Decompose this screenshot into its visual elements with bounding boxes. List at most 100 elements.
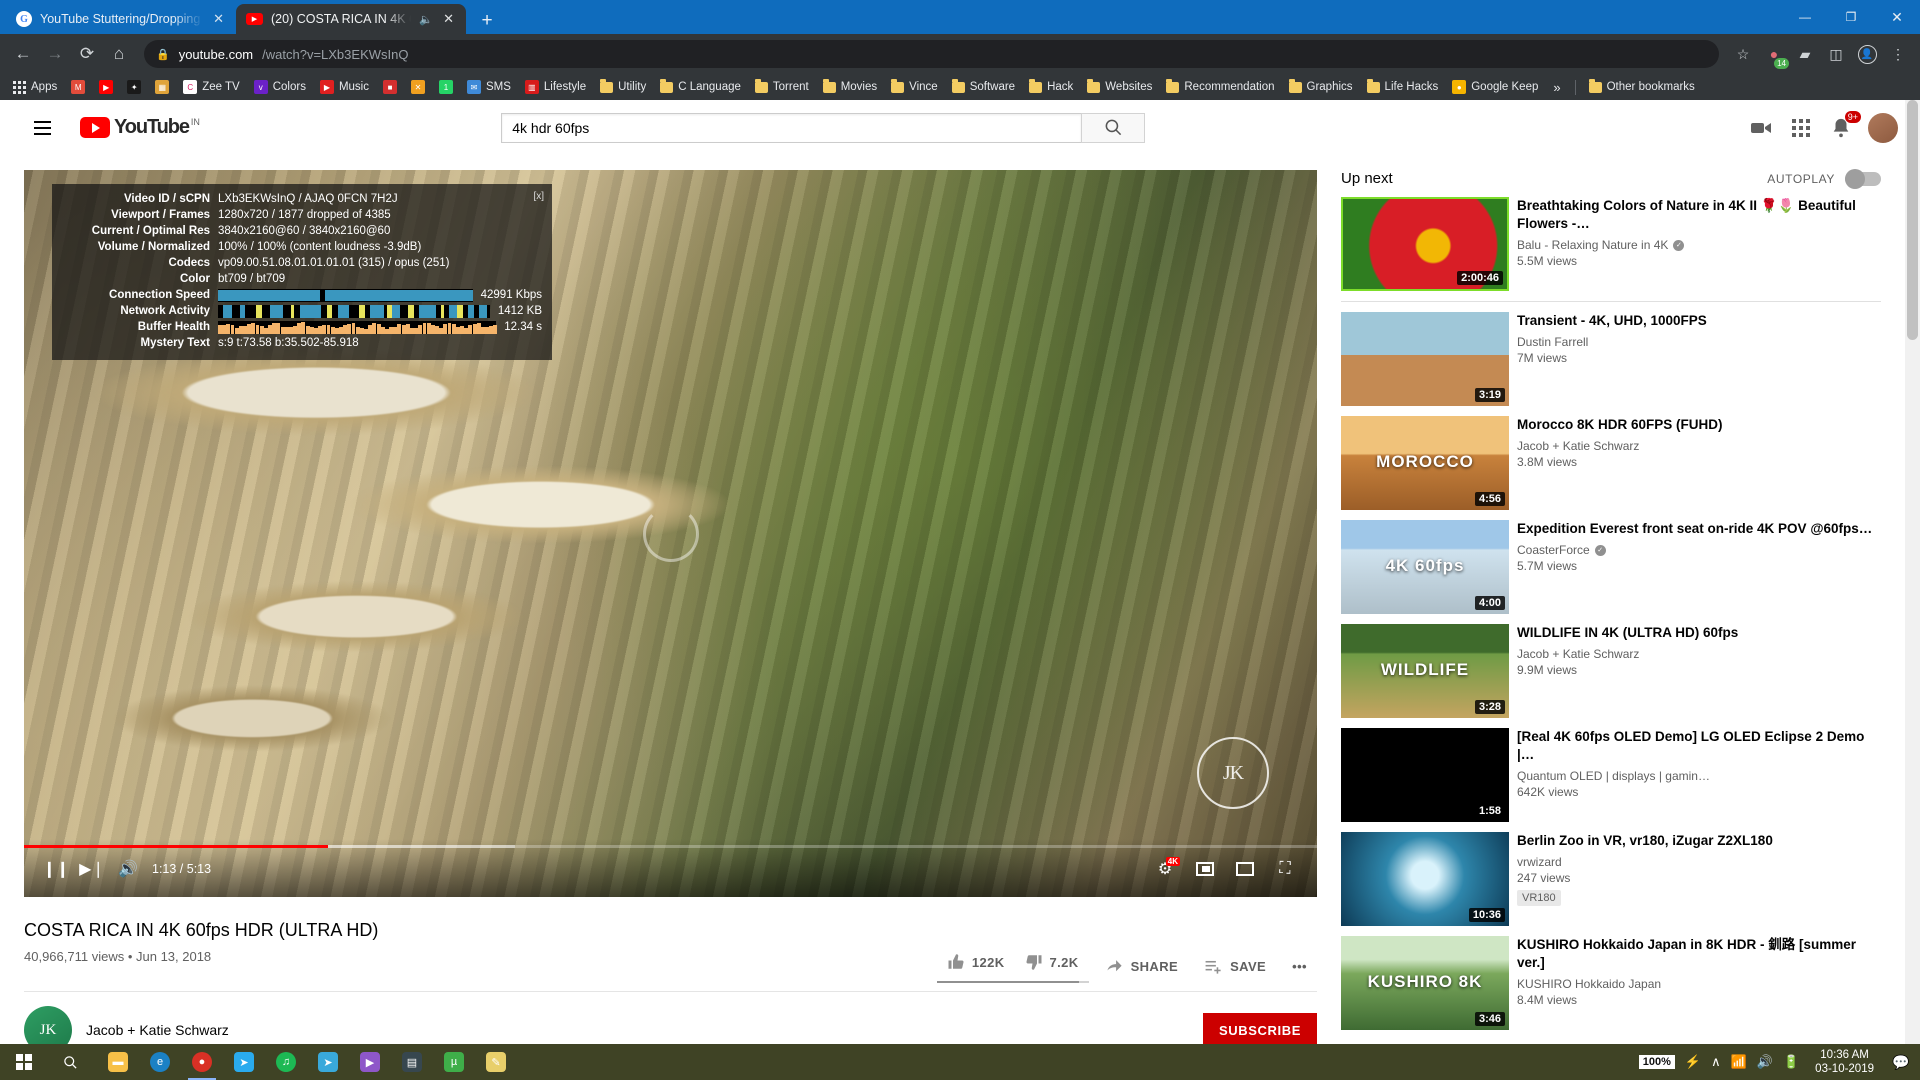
bookmark-software[interactable]: Software	[945, 78, 1022, 96]
taskbar-file-explorer-icon[interactable]: ▬	[98, 1044, 138, 1080]
save-button[interactable]: SAVE	[1194, 953, 1276, 980]
wifi-icon[interactable]: 📶	[1731, 1054, 1747, 1070]
autoplay-toggle[interactable]	[1845, 172, 1881, 186]
bookmark-google-keep[interactable]: ● Google Keep	[1445, 77, 1545, 97]
taskbar-utorrent-icon[interactable]: µ	[434, 1044, 474, 1080]
tab-close-icon[interactable]: ✕	[441, 11, 456, 27]
video-channel[interactable]: CoasterForce ✓	[1517, 543, 1881, 557]
fullscreen-icon[interactable]: ⛶	[1267, 851, 1303, 887]
theater-mode-icon[interactable]	[1227, 851, 1263, 887]
video-title[interactable]: WILDLIFE IN 4K (ULTRA HD) 60fps	[1517, 624, 1881, 642]
bookmark-life-hacks[interactable]: Life Hacks	[1360, 78, 1446, 96]
hamburger-icon[interactable]	[22, 108, 62, 148]
bookmark-jio-icon[interactable]: ■	[376, 77, 404, 97]
video-channel[interactable]: Dustin Farrell	[1517, 335, 1881, 349]
profile-icon[interactable]: 👤	[1853, 40, 1881, 68]
taskbar-media-icon[interactable]: ▤	[392, 1044, 432, 1080]
taskbar-telegram2-icon[interactable]: ➤	[308, 1044, 348, 1080]
address-bar[interactable]: 🔒 youtube.com/watch?v=LXb3EKWsInQ	[144, 40, 1719, 68]
video-thumbnail[interactable]: KUSHIRO 8K 3:46	[1341, 936, 1509, 1030]
forward-icon[interactable]: →	[40, 39, 70, 69]
video-channel[interactable]: Quantum OLED | displays | gamin…	[1517, 769, 1881, 783]
close-window-button[interactable]: ✕	[1874, 9, 1920, 26]
channel-name[interactable]: Jacob + Katie Schwarz	[86, 1022, 229, 1038]
bookmark-websites[interactable]: Websites	[1080, 78, 1159, 96]
taskbar-chrome-icon[interactable]: ●	[182, 1044, 222, 1080]
browser-menu-icon[interactable]: ⋮	[1884, 40, 1912, 68]
video-channel[interactable]: Jacob + Katie Schwarz	[1517, 439, 1881, 453]
bookmarks-overflow-icon[interactable]: »	[1545, 80, 1568, 95]
bookmark-youtube-icon[interactable]: ▶	[92, 77, 120, 97]
video-title[interactable]: Berlin Zoo in VR, vr180, iZugar Z2XL180	[1517, 832, 1881, 850]
bookmark-sonyliv-icon[interactable]: ▦	[148, 77, 176, 97]
bookmark-star-icon[interactable]: ☆	[1729, 40, 1757, 68]
taskbar-clock[interactable]: 10:36 AM 03-10-2019	[1809, 1048, 1880, 1076]
bookmark-hack[interactable]: Hack	[1022, 78, 1080, 96]
browser-tab-1[interactable]: G YouTube Stuttering/Dropping fra ✕	[6, 4, 236, 34]
new-tab-button[interactable]: +	[474, 11, 500, 30]
list-item[interactable]: KUSHIRO 8K 3:46 KUSHIRO Hokkaido Japan in …	[1341, 936, 1881, 1030]
video-channel[interactable]: KUSHIRO Hokkaido Japan	[1517, 977, 1881, 991]
volume-icon[interactable]: 🔊	[110, 851, 146, 887]
cast-icon[interactable]: ◫	[1822, 40, 1850, 68]
grid-apps-icon[interactable]	[1788, 115, 1814, 141]
bookmark-sms[interactable]: ✉ SMS	[460, 77, 518, 97]
back-icon[interactable]: ←	[8, 39, 38, 69]
windows-start-icon[interactable]	[0, 1044, 48, 1080]
video-title[interactable]: KUSHIRO Hokkaido Japan in 8K HDR - 釧路 [s…	[1517, 936, 1881, 972]
gear-icon[interactable]: ⚙ 4K	[1147, 851, 1183, 887]
miniplayer-icon[interactable]	[1187, 851, 1223, 887]
page-scrollbar[interactable]	[1905, 100, 1920, 1080]
taskbar-edge-icon[interactable]: e	[140, 1044, 180, 1080]
taskbar-search-icon[interactable]	[48, 1055, 92, 1070]
maximize-button[interactable]: ❐	[1828, 10, 1874, 24]
autoplay-control[interactable]: AUTOPLAY	[1767, 172, 1881, 186]
bookmark-recommendation[interactable]: Recommendation	[1159, 78, 1281, 96]
video-channel[interactable]: Jacob + Katie Schwarz	[1517, 647, 1881, 661]
tab-close-icon[interactable]: ✕	[211, 11, 226, 27]
bookmark-apps[interactable]: Apps	[6, 78, 64, 97]
scrollbar-thumb[interactable]	[1907, 100, 1918, 340]
video-title[interactable]: Expedition Everest front seat on-ride 4K…	[1517, 520, 1881, 538]
notification-icon[interactable]: 💬	[1890, 1054, 1912, 1071]
home-icon[interactable]: ⌂	[104, 39, 134, 69]
minimize-button[interactable]: —	[1782, 10, 1828, 24]
subscribe-button[interactable]: SUBSCRIBE	[1203, 1013, 1317, 1048]
bell-icon[interactable]: 9+	[1828, 115, 1854, 141]
bookmark-whatsapp-icon[interactable]: 1	[432, 77, 460, 97]
video-thumbnail[interactable]: 4K 60fps 4:00	[1341, 520, 1509, 614]
video-channel[interactable]: vrwizard	[1517, 855, 1881, 869]
video-camera-icon[interactable]	[1748, 115, 1774, 141]
bookmark-c-language[interactable]: C Language	[653, 78, 748, 96]
taskbar-paint-icon[interactable]: ✎	[476, 1044, 516, 1080]
bookmark-gmail-icon[interactable]: M	[64, 77, 92, 97]
extension2-icon[interactable]: ▰	[1791, 40, 1819, 68]
bookmark-xender-icon[interactable]: ✕	[404, 77, 432, 97]
search-button[interactable]	[1081, 113, 1145, 143]
video-title[interactable]: [Real 4K 60fps OLED Demo] LG OLED Eclips…	[1517, 728, 1881, 764]
bookmark-hotstar-icon[interactable]: ✦	[120, 77, 148, 97]
bookmark-movies[interactable]: Movies	[816, 78, 884, 96]
bookmark-torrent[interactable]: Torrent	[748, 78, 816, 96]
video-channel[interactable]: Balu - Relaxing Nature in 4K ✓	[1517, 238, 1881, 252]
taskbar-player-icon[interactable]: ▶	[350, 1044, 390, 1080]
list-item[interactable]: 2:00:46 Breathtaking Colors of Nature in …	[1341, 197, 1881, 291]
extension-icon[interactable]: ● 14	[1760, 40, 1788, 68]
more-actions-button[interactable]: •••	[1282, 955, 1317, 978]
video-thumbnail[interactable]: 2:00:46	[1341, 197, 1509, 291]
bookmark-utility[interactable]: Utility	[593, 78, 653, 96]
battery-icon[interactable]: 🔋	[1783, 1054, 1799, 1070]
close-icon[interactable]: [x]	[533, 189, 544, 205]
video-title[interactable]: Transient - 4K, UHD, 1000FPS	[1517, 312, 1881, 330]
reload-icon[interactable]: ⟳	[72, 39, 102, 69]
list-item[interactable]: 4K 60fps 4:00 Expedition Everest front sea…	[1341, 520, 1881, 614]
bookmark-colors[interactable]: v Colors	[247, 77, 313, 97]
search-input[interactable]: 4k hdr 60fps	[501, 113, 1081, 143]
taskbar-telegram-icon[interactable]: ➤	[224, 1044, 264, 1080]
list-item[interactable]: 3:19 Transient - 4K, UHD, 1000FPS Dustin F…	[1341, 312, 1881, 406]
pause-icon[interactable]: ❙❙	[38, 851, 74, 887]
list-item[interactable]: MOROCCO 4:56 Morocco 8K HDR 60FPS (FUHD) Ja…	[1341, 416, 1881, 510]
other-bookmarks-folder[interactable]: Other bookmarks	[1582, 78, 1702, 96]
browser-tab-2[interactable]: (20) COSTA RICA IN 4K 60fps 🔈 ✕	[236, 4, 466, 34]
list-item[interactable]: WILDLIFE 3:28 WILDLIFE IN 4K (ULTRA HD) 60…	[1341, 624, 1881, 718]
